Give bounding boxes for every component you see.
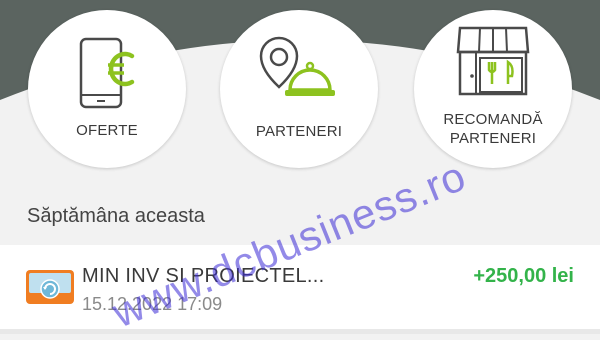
bank-transfer-icon	[26, 270, 74, 304]
location-dish-icon	[259, 36, 335, 96]
transaction-date: 15.12.2022 17:09	[82, 294, 223, 314]
transaction-row[interactable]: MIN INV SI PROIECTEL... 15.12.2022 17:09…	[0, 245, 600, 329]
shortcut-label-line2: PARTENERI	[449, 130, 537, 147]
shortcut-label-line1: RECOMANDĂ	[443, 111, 543, 128]
transaction-name: MIN INV SI PROIECTEL...	[82, 265, 325, 287]
shortcut-recomanda-parteneri[interactable]: RECOMANDĂ PARTENERI	[414, 10, 572, 168]
shortcut-parteneri[interactable]: PARTENERI	[220, 10, 378, 168]
shortcut-label: PARTENERI	[255, 123, 343, 140]
shortcut-label: OFERTE	[76, 122, 138, 139]
section-title: Săptămâna aceasta	[27, 205, 205, 227]
phone-euro-icon	[79, 37, 135, 109]
transaction-amount: +250,00 lei	[473, 265, 574, 287]
shortcut-oferte[interactable]: OFERTE	[28, 10, 186, 168]
list-divider	[0, 329, 600, 334]
